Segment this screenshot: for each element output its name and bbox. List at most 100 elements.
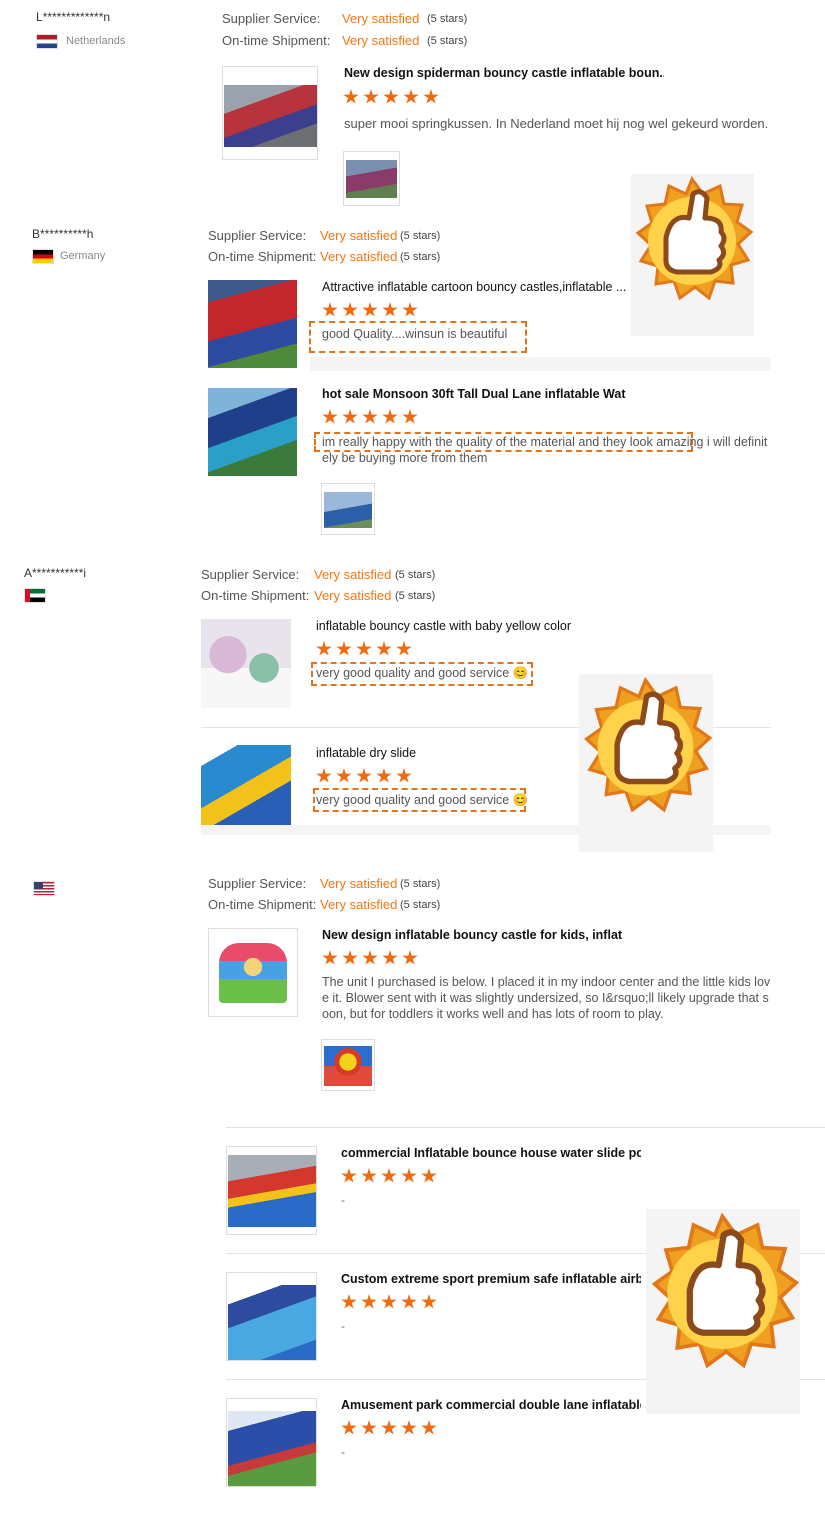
review-comment-highlighted: im really happy with the quality of the …	[322, 435, 704, 449]
shipment-stars: (5 stars)	[427, 35, 468, 47]
star-icon	[316, 641, 332, 656]
rating-stars	[322, 409, 418, 425]
review-comment: -	[341, 1445, 345, 1459]
product-thumbnail[interactable]	[201, 745, 291, 834]
supplier-service-stars: (5 stars)	[400, 878, 441, 890]
supplier-service-stars: (5 stars)	[427, 13, 468, 25]
rating-stars	[322, 302, 418, 318]
rating-stars	[322, 950, 418, 966]
shipment-label: On-time Shipment:	[208, 249, 317, 264]
star-icon	[403, 89, 419, 104]
review-comment-rest: i will definit	[703, 435, 768, 449]
star-icon	[322, 409, 338, 424]
product-title[interactable]: commercial Inflatable bounce house water…	[341, 1146, 641, 1160]
review-comment-line: oon, but for toddlers it works well and …	[322, 1007, 664, 1021]
star-icon	[342, 950, 358, 965]
star-icon	[421, 1168, 437, 1183]
star-icon	[421, 1420, 437, 1435]
product-thumbnail[interactable]	[226, 1272, 317, 1361]
product-title[interactable]: Attractive inflatable cartoon bouncy cas…	[322, 280, 626, 294]
rating-stars	[341, 1168, 437, 1184]
star-icon	[336, 768, 352, 783]
star-icon	[336, 641, 352, 656]
star-icon	[423, 89, 439, 104]
star-icon	[402, 950, 418, 965]
star-icon	[402, 409, 418, 424]
shipment-label: On-time Shipment:	[201, 588, 310, 603]
review-comment: im really happy with the quality of the …	[322, 434, 767, 450]
reviewer-name: A***********i	[24, 566, 87, 580]
germany-flag-icon	[33, 250, 53, 263]
shipment-value: Very satisfied	[320, 249, 398, 264]
product-title[interactable]: Amusement park commercial double lane in…	[341, 1398, 641, 1412]
star-icon	[341, 1168, 357, 1183]
star-icon	[363, 89, 379, 104]
product-thumbnail[interactable]	[208, 388, 297, 476]
netherlands-flag-icon	[37, 35, 57, 48]
product-thumbnail[interactable]	[226, 1146, 317, 1235]
review-comment-line: ely be buying more from them	[322, 451, 488, 465]
product-thumbnail[interactable]	[226, 1398, 317, 1487]
star-icon	[322, 950, 338, 965]
product-title[interactable]: inflatable bouncy castle with baby yello…	[316, 619, 616, 633]
shipment-label: On-time Shipment:	[208, 897, 317, 912]
shipment-label: On-time Shipment:	[222, 33, 331, 48]
supplier-service-value: Very satisfied	[320, 228, 398, 243]
star-icon	[381, 1420, 397, 1435]
star-icon	[322, 302, 338, 317]
star-icon	[396, 641, 412, 656]
star-icon	[362, 302, 378, 317]
supplier-service-label: Supplier Service:	[222, 11, 321, 26]
star-icon	[361, 1420, 377, 1435]
star-icon	[342, 409, 358, 424]
reviewer-name: L*************n	[36, 10, 111, 24]
supplier-service-label: Supplier Service:	[208, 228, 307, 243]
product-title[interactable]: inflatable dry slide	[316, 746, 566, 760]
supplier-service-stars: (5 stars)	[395, 569, 436, 581]
star-icon	[316, 768, 332, 783]
rating-stars	[343, 89, 439, 105]
reviewer-name: B**********h	[32, 227, 94, 241]
shipment-value: Very satisfied	[342, 33, 420, 48]
product-title[interactable]: New design spiderman bouncy castle infla…	[344, 66, 664, 80]
review-photo[interactable]	[321, 1039, 375, 1091]
supplier-service-value: Very satisfied	[342, 11, 420, 26]
product-thumbnail[interactable]	[201, 619, 291, 708]
star-icon	[356, 768, 372, 783]
supplier-service-label: Supplier Service:	[201, 567, 300, 582]
review-photo[interactable]	[321, 483, 375, 535]
star-icon	[382, 302, 398, 317]
usa-flag-icon	[34, 882, 54, 895]
review-comment: very good quality and good service 😊	[316, 793, 529, 807]
shipment-stars: (5 stars)	[400, 899, 441, 911]
star-icon	[361, 1294, 377, 1309]
supplier-service-value: Very satisfied	[314, 567, 392, 582]
product-thumbnail[interactable]	[208, 928, 298, 1017]
reviewer-country: Germany	[60, 250, 106, 262]
rating-stars	[341, 1294, 437, 1310]
shipment-value: Very satisfied	[314, 588, 392, 603]
product-title[interactable]: New design inflatable bouncy castle for …	[322, 928, 622, 942]
star-icon	[342, 302, 358, 317]
product-thumbnail[interactable]	[208, 280, 297, 368]
review-comment: super mooi springkussen. In Nederland mo…	[344, 116, 769, 131]
supplier-service-value: Very satisfied	[320, 876, 398, 891]
supplier-service-stars: (5 stars)	[400, 230, 441, 242]
rating-stars	[341, 1420, 437, 1436]
star-icon	[381, 1168, 397, 1183]
star-icon	[401, 1420, 417, 1435]
review-photo[interactable]	[343, 151, 400, 206]
product-title[interactable]: hot sale Monsoon 30ft Tall Dual Lane inf…	[322, 387, 626, 401]
product-title[interactable]: Custom extreme sport premium safe inflat…	[341, 1272, 641, 1286]
star-icon	[402, 302, 418, 317]
review-comment: -	[341, 1193, 345, 1207]
thumbs-up-badge-icon	[646, 1209, 800, 1414]
divider	[310, 357, 771, 371]
product-thumbnail[interactable]	[222, 66, 318, 160]
thumbs-up-badge-icon	[579, 674, 713, 852]
shipment-stars: (5 stars)	[395, 590, 436, 602]
star-icon	[362, 409, 378, 424]
star-icon	[376, 768, 392, 783]
star-icon	[382, 409, 398, 424]
star-icon	[343, 89, 359, 104]
